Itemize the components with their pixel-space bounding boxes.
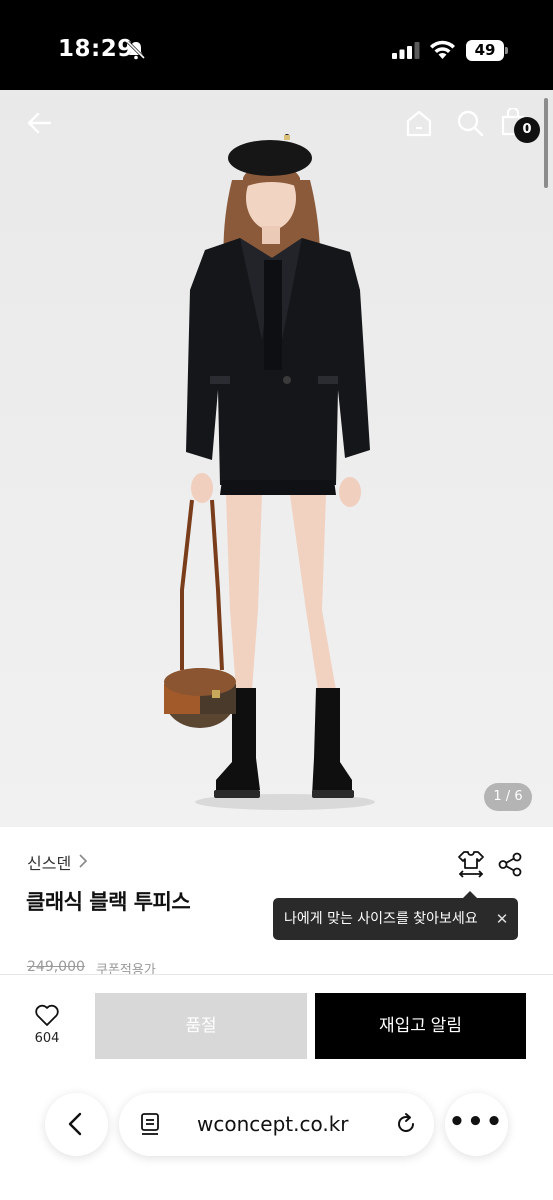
status-time: 18:29 <box>58 36 134 62</box>
product-image-gallery[interactable]: 0 1 / 6 <box>0 90 553 827</box>
tooltip-text: 나에게 맞는 사이즈를 찾아보세요 <box>284 911 478 927</box>
purchase-action-bar: 604 품절 재입고 알림 <box>0 974 553 1200</box>
soldout-button[interactable]: 품절 <box>95 993 307 1059</box>
chevron-right-icon[interactable] <box>78 853 88 869</box>
like-count: 604 <box>34 1031 60 1046</box>
signal-icon <box>392 42 420 59</box>
tooltip-arrow <box>463 891 477 898</box>
url-text[interactable]: wconcept.co.kr <box>197 1093 349 1156</box>
wifi-icon <box>430 40 455 59</box>
restock-alert-button[interactable]: 재입고 알림 <box>315 993 526 1059</box>
scroll-indicator <box>544 98 548 188</box>
original-price: 249,000 <box>27 959 85 975</box>
more-options-button[interactable]: ••• <box>445 1093 508 1156</box>
brand-link[interactable]: 신스덴 <box>27 850 71 874</box>
reload-icon[interactable] <box>394 1112 418 1136</box>
search-icon[interactable] <box>455 108 485 138</box>
product-name: 클래식 블랙 투피스 <box>26 890 191 914</box>
heart-icon[interactable] <box>34 1003 60 1027</box>
bell-off-icon <box>126 40 146 60</box>
browser-back-button[interactable] <box>45 1093 108 1156</box>
size-guide-icon[interactable] <box>457 849 485 879</box>
battery-level: 49 <box>474 41 496 59</box>
reader-mode-icon[interactable] <box>139 1112 161 1136</box>
status-bar: 18:29 49 <box>0 0 553 90</box>
back-arrow-icon[interactable] <box>25 108 55 138</box>
home-icon[interactable] <box>404 108 434 138</box>
product-photo <box>0 90 553 827</box>
chevron-left-icon[interactable] <box>66 1112 86 1136</box>
cart-count-badge: 0 <box>514 117 540 143</box>
like-button[interactable]: 604 <box>22 1003 72 1055</box>
close-icon[interactable]: ✕ <box>495 898 509 940</box>
size-tooltip[interactable]: 나에게 맞는 사이즈를 찾아보세요 ✕ <box>273 898 518 940</box>
battery-icon: 49 <box>466 40 508 61</box>
share-icon[interactable] <box>498 852 523 877</box>
address-bar[interactable]: wconcept.co.kr <box>119 1093 434 1156</box>
more-dots-icon[interactable]: ••• <box>445 1093 508 1151</box>
image-page-indicator: 1 / 6 <box>484 783 532 811</box>
